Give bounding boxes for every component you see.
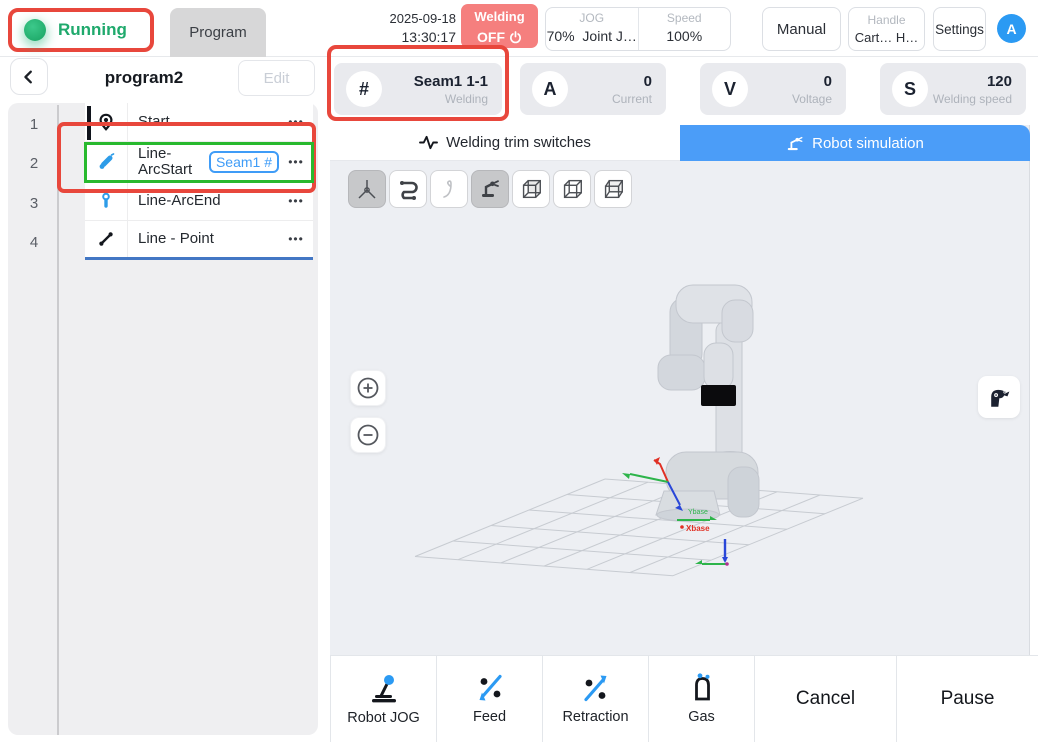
speed-label: Speed <box>666 11 702 25</box>
back-button[interactable] <box>10 58 48 95</box>
jog-value: 70% <box>546 28 575 44</box>
robot-head-icon <box>991 389 1010 407</box>
manual-label: Manual <box>776 20 827 38</box>
cancel-button[interactable]: Cancel <box>755 656 897 742</box>
retraction-icon <box>583 675 606 702</box>
robot-jog-label: Robot JOG <box>347 710 420 726</box>
jog-section[interactable]: JOG 70% Joint J… <box>546 8 638 50</box>
voltage-card: V 0 Voltage <box>700 63 846 115</box>
program-title: program2 <box>104 68 184 87</box>
tab-program[interactable]: Program <box>170 8 266 57</box>
chevron-left-icon <box>24 70 32 83</box>
current-subtitle: Current <box>611 91 652 106</box>
speed-section[interactable]: Speed 100% <box>637 8 731 50</box>
handle-value: Cart… H… <box>854 29 919 45</box>
line-point-icon <box>99 232 113 246</box>
x-axis-label: Xbase <box>686 524 710 533</box>
zoom-in-icon <box>357 377 379 399</box>
pause-button[interactable]: Pause <box>897 656 1038 742</box>
row-number-4: 4 <box>29 234 39 251</box>
speed-value: 100% <box>666 28 703 44</box>
program-row-linepoint[interactable]: Line - Point ••• <box>85 221 313 260</box>
tab-trim-label: Welding trim switches <box>446 134 591 151</box>
bottom-action-bar: Robot JOG Feed Retraction Gas Cancel Pau… <box>330 655 1038 742</box>
row-number-2: 2 <box>29 155 39 172</box>
robot-3d-scene[interactable]: Ybase Xbase <box>330 161 1030 655</box>
tab-sim-label: Robot simulation <box>812 134 924 152</box>
edit-button[interactable]: Edit <box>238 60 315 96</box>
gas-cylinder-icon <box>694 673 710 701</box>
settings-label: Settings <box>935 21 984 37</box>
tab-welding-trim-switches[interactable]: Welding trim switches <box>330 125 680 161</box>
program-row-label: Line - Point <box>138 230 214 247</box>
annotation-green-box-arcstart <box>84 142 314 183</box>
welding-state: OFF <box>477 29 505 45</box>
gas-label: Gas <box>688 709 715 725</box>
feed-icon <box>479 674 502 701</box>
datetime-display: 2025-09-18 13:30:17 <box>378 9 457 47</box>
voltage-value: 0 <box>823 72 832 90</box>
robot-arm-model <box>655 284 760 522</box>
voltage-subtitle: Voltage <box>791 91 832 106</box>
handle-label: Handle <box>867 12 906 27</box>
simulation-panel: Welding trim switches Robot simulation Y… <box>330 125 1030 655</box>
date-text: 2025-09-18 <box>389 11 457 26</box>
joystick-icon <box>371 675 396 703</box>
current-card: A 0 Current <box>520 63 666 115</box>
user-avatar[interactable]: A <box>997 14 1026 43</box>
welding-speed-subtitle: Welding speed <box>932 91 1012 106</box>
annotation-box-running: Running <box>8 8 154 52</box>
handle-button[interactable]: Handle Cart… H… <box>848 7 925 51</box>
top-bar: Running Program 2025-09-18 13:30:17 Weld… <box>0 0 1038 57</box>
feed-button[interactable]: Feed <box>437 656 543 742</box>
row-more-button[interactable]: ••• <box>279 221 313 257</box>
robot-jog-button[interactable]: Robot JOG <box>331 656 437 742</box>
row-number-3: 3 <box>29 195 39 212</box>
zoom-in-button[interactable] <box>350 370 386 406</box>
welding-label: Welding <box>474 9 525 24</box>
jog-mode: Joint J… <box>582 28 637 44</box>
annotation-red-box-seam-card <box>327 45 509 121</box>
welding-toggle-button[interactable]: Welding OFF <box>461 4 538 48</box>
jog-speed-panel[interactable]: JOG 70% Joint J… Speed 100% <box>545 7 731 51</box>
tab-program-label: Program <box>189 24 247 41</box>
tab-robot-simulation[interactable]: Robot simulation <box>680 125 1030 161</box>
edit-label: Edit <box>263 69 290 87</box>
current-value: 0 <box>643 72 652 90</box>
row-number-1: 1 <box>29 116 39 133</box>
manual-mode-button[interactable]: Manual <box>762 7 841 51</box>
robot-pose-button[interactable] <box>978 376 1020 418</box>
waveform-icon <box>419 135 439 150</box>
welding-speed-card: S 120 Welding speed <box>880 63 1026 115</box>
gas-button[interactable]: Gas <box>649 656 755 742</box>
running-status-icon <box>24 19 46 41</box>
feed-label: Feed <box>472 709 507 725</box>
sim-grid <box>414 478 864 577</box>
robot-arm-icon <box>787 136 803 150</box>
power-icon <box>510 30 521 43</box>
zoom-out-button[interactable] <box>350 417 386 453</box>
gutter-divider <box>57 105 59 735</box>
jog-label: JOG <box>579 11 605 25</box>
running-status-label: Running <box>58 20 127 39</box>
zoom-out-icon <box>357 424 379 446</box>
welding-speed-value: 120 <box>986 72 1012 90</box>
y-axis-label: Ybase <box>688 509 708 516</box>
retraction-button[interactable]: Retraction <box>543 656 649 742</box>
arc-end-icon <box>102 192 110 208</box>
voltage-card-icon: V <box>712 71 748 107</box>
settings-button[interactable]: Settings <box>933 7 986 51</box>
current-card-icon: A <box>532 71 568 107</box>
avatar-letter: A <box>1006 20 1017 37</box>
retraction-label: Retraction <box>562 709 629 725</box>
speed-card-icon: S <box>892 71 928 107</box>
pause-label: Pause <box>940 688 995 709</box>
cancel-label: Cancel <box>795 688 856 709</box>
